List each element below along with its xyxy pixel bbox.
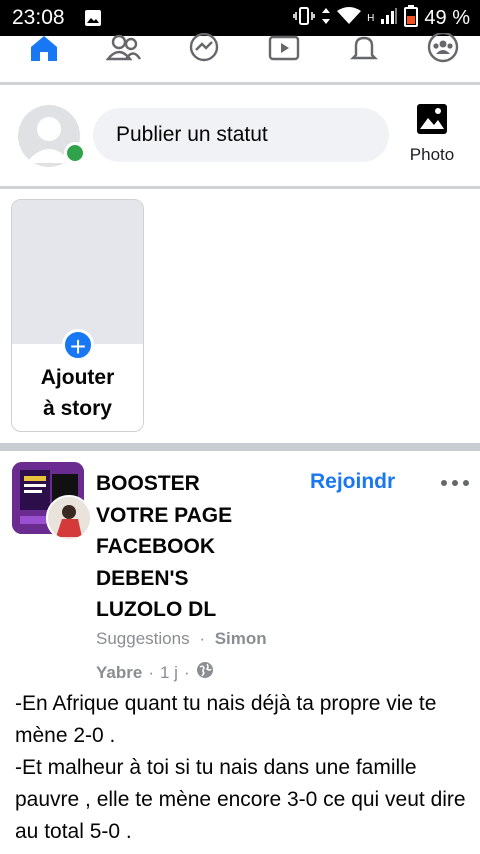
post-paragraph: -Et malheur à toi si tu nais dans une fa… [15, 756, 466, 843]
online-status-dot [64, 142, 86, 164]
photo-icon [414, 101, 450, 142]
post-paragraph: -En Afrique quant tu nais déjà ta propre… [15, 692, 437, 747]
add-story-icon: + [62, 329, 94, 362]
join-group-button[interactable]: Rejoindr [310, 470, 395, 494]
home-icon[interactable] [24, 30, 64, 66]
story-preview [12, 200, 143, 344]
top-navigation [0, 33, 480, 82]
gallery-icon [84, 9, 102, 32]
create-story-card[interactable]: + Ajouter à story [11, 199, 144, 432]
watch-icon[interactable] [264, 30, 304, 66]
bell-icon[interactable] [344, 30, 384, 66]
separator-dot: · [183, 662, 190, 682]
group-name-line: DEBEN'S [96, 566, 189, 590]
group-name[interactable]: BOOSTER VOTRE PAGE FACEBOOK DEBEN'S LUZO… [96, 468, 296, 626]
status-bar: 23:08 H 49 % [0, 0, 480, 36]
create-story-label: Ajouter à story [12, 362, 143, 424]
create-story-line1: Ajouter [40, 366, 115, 389]
vibrate-icon [293, 7, 315, 30]
group-name-line: BOOSTER [96, 472, 200, 495]
photo-button[interactable]: Photo [404, 99, 460, 169]
section-divider [0, 443, 480, 451]
separator-dot: · [148, 662, 154, 682]
feed-post: BOOSTER VOTRE PAGE FACEBOOK DEBEN'S LUZO… [0, 451, 480, 854]
separator-dot: · [199, 629, 205, 648]
poster-avatar[interactable] [46, 495, 92, 541]
globe-icon [196, 661, 214, 684]
status-time: 23:08 [12, 6, 65, 29]
groups-icon[interactable] [423, 30, 463, 66]
post-meta-line1: Suggestions · Simon [96, 629, 267, 649]
status-composer: Publier un statut Photo [0, 85, 480, 186]
signal-icon [380, 7, 398, 30]
create-story-line2: à story [43, 397, 112, 420]
battery-icon [404, 5, 419, 32]
post-meta-line2: Yabre · 1 j · [96, 661, 214, 684]
author-name[interactable]: Simon [215, 629, 267, 648]
author-name[interactable]: Yabre [96, 663, 142, 683]
group-name-line: LUZOLO DL [96, 598, 217, 621]
network-type: H [367, 13, 375, 24]
status-input[interactable]: Publier un statut [93, 108, 389, 162]
more-options-icon[interactable] [440, 475, 470, 495]
suggestions-label[interactable]: Suggestions [96, 629, 190, 648]
post-time[interactable]: 1 j [160, 663, 178, 683]
wifi-icon [337, 7, 362, 30]
stories-tray: + Ajouter à story [0, 189, 480, 443]
group-name-line: VOTRE PAGE [96, 503, 233, 527]
battery-percent: 49 % [424, 7, 470, 29]
photo-label: Photo [409, 145, 455, 164]
friends-icon[interactable] [104, 30, 144, 66]
messenger-icon[interactable] [184, 30, 224, 66]
group-name-line: FACEBOOK [96, 535, 216, 558]
status-placeholder: Publier un statut [116, 123, 268, 146]
post-text: -En Afrique quant tu nais déjà ta propre… [15, 688, 475, 848]
data-arrows-icon [321, 7, 331, 30]
